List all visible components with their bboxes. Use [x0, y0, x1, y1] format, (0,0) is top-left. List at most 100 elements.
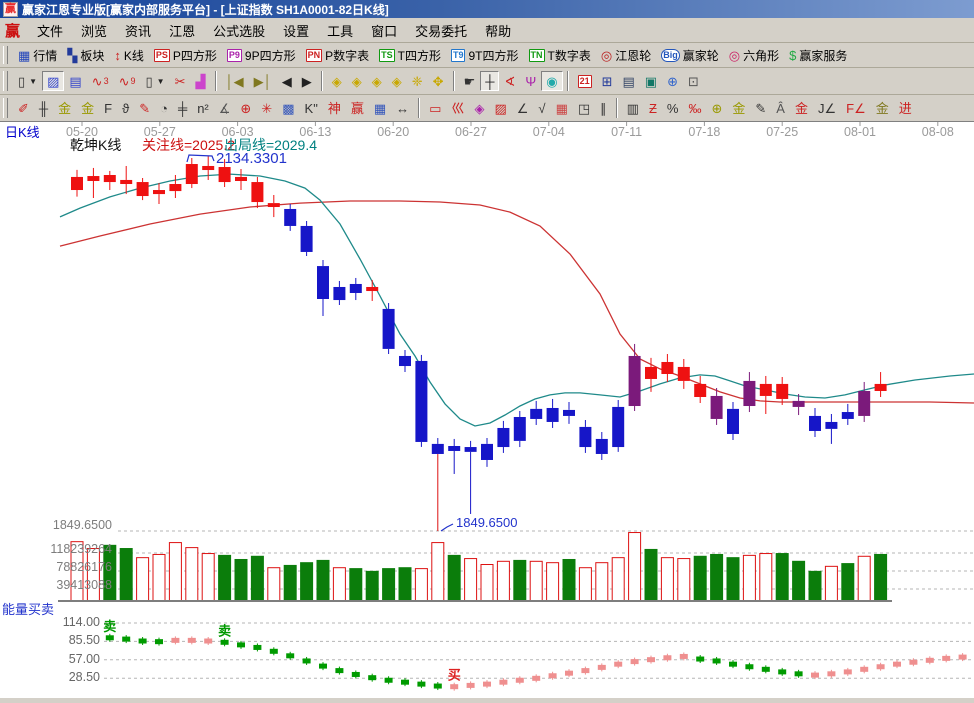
toolbar-button-kline[interactable]: ↕K线: [109, 45, 149, 65]
tool-f-angle[interactable]: F∠: [841, 98, 871, 118]
tool-shen-grid[interactable]: 神: [323, 98, 346, 118]
toolbar-button-winner-wheel[interactable]: Big赢家轮: [656, 45, 724, 65]
tool-zoom-left[interactable]: ◈: [327, 71, 347, 91]
tool-first-page[interactable]: │◀: [221, 71, 249, 91]
toolbar-button-9p-square[interactable]: P99P四方形: [222, 45, 301, 65]
toolbar-button-9t-square[interactable]: T99T四方形: [446, 45, 524, 65]
menu-item-window[interactable]: 窗口: [362, 19, 406, 42]
tool-notes[interactable]: ▤: [617, 71, 639, 91]
tool-percent-z[interactable]: Ƶ: [644, 98, 662, 118]
tool-hatch-square[interactable]: ▨: [489, 98, 511, 118]
tool-span-measure[interactable]: ↔: [391, 98, 414, 118]
toolbar-button-sectors[interactable]: ▚板块: [62, 45, 109, 65]
menu-item-news[interactable]: 资讯: [116, 19, 160, 42]
tool-candle-style[interactable]: ▯▼: [141, 71, 170, 91]
tool-gold-grid-2[interactable]: 金: [76, 98, 99, 118]
tool-polygon-tool[interactable]: ◈: [469, 98, 489, 118]
tool-draw-knife[interactable]: ✐: [13, 98, 34, 118]
tool-red-pen[interactable]: ✎: [134, 98, 155, 118]
toolbar-button-winner-service[interactable]: $赢家服务: [784, 45, 852, 65]
svg-text:08-01: 08-01: [844, 125, 876, 139]
tool-grid-123[interactable]: ▦: [369, 98, 391, 118]
tool-last-page[interactable]: ▶│: [249, 71, 277, 91]
tool-gold-angle[interactable]: 金: [871, 98, 894, 118]
tool-period-day[interactable]: ▯▼: [13, 71, 42, 91]
tool-ex-rights[interactable]: ✂: [170, 71, 191, 91]
p-square-icon: PS: [154, 49, 170, 62]
tool-zoom-horizontal[interactable]: ◈: [367, 71, 387, 91]
tool-pan-hand[interactable]: ☛: [459, 71, 481, 91]
tool-grid-tool[interactable]: ╫: [34, 98, 53, 118]
tool-percent[interactable]: %: [662, 98, 684, 118]
tool-color-histogram[interactable]: ▟: [191, 71, 211, 91]
toolbar-button-t-number-table[interactable]: TNT数字表: [524, 45, 596, 65]
toolbar-button-p-number-table[interactable]: PNP数字表: [301, 45, 375, 65]
tool-star-web[interactable]: ✳: [256, 98, 277, 118]
menu-item-browse[interactable]: 浏览: [72, 19, 116, 42]
tool-gann-compass[interactable]: ⊕: [235, 98, 256, 118]
tool-save[interactable]: ▣: [640, 71, 662, 91]
tool-parallel-lines[interactable]: ∥: [595, 98, 612, 118]
tool-calculator[interactable]: ⊞: [597, 71, 618, 91]
tool-zoom-vertical[interactable]: ◈: [387, 71, 407, 91]
menu-item-settings[interactable]: 设置: [274, 19, 318, 42]
kline-chart[interactable]: 05-2005-2706-0306-1306-2006-2707-0407-11…: [0, 122, 974, 698]
menu-item-gann[interactable]: 江恩: [160, 19, 204, 42]
tool-wave-a[interactable]: Â: [771, 98, 790, 118]
menu-item-help[interactable]: 帮助: [476, 19, 520, 42]
tool-j-angle[interactable]: J∠: [813, 98, 841, 118]
toolbar-grip[interactable]: [3, 46, 8, 65]
tool-smart-mode[interactable]: ◉: [541, 71, 562, 91]
tool-gold-grid-1[interactable]: 金: [53, 98, 76, 118]
tool-zoom-right[interactable]: ◈: [347, 71, 367, 91]
tool-n-square[interactable]: n²: [192, 98, 214, 118]
tool-calendar[interactable]: 21: [573, 71, 597, 91]
tool-crosshair[interactable]: ┼: [480, 71, 499, 91]
tool-fan-lines[interactable]: 巛: [446, 98, 469, 118]
tool-zoom-out[interactable]: ❈: [407, 71, 428, 91]
tool-k-marks[interactable]: K": [300, 98, 323, 118]
tool-next-bar[interactable]: ▶: [297, 71, 317, 91]
tool-f-grid[interactable]: F: [99, 98, 117, 118]
menu-item-file[interactable]: 文件: [28, 19, 72, 42]
toolbar-button-gann-wheel[interactable]: ◎江恩轮: [596, 45, 656, 65]
tool-web-grid[interactable]: ▩: [277, 98, 299, 118]
tool-angle-lines[interactable]: ∠: [512, 98, 534, 118]
tool-web-share[interactable]: ⊕: [662, 71, 683, 91]
menu-item-tools[interactable]: 工具: [318, 19, 362, 42]
tool-percent-lines[interactable]: ‰: [683, 98, 706, 118]
tool-time-cycle[interactable]: ◔: [155, 98, 173, 118]
tool-remote-pc[interactable]: ⊡: [683, 71, 704, 91]
tool-zoom-all[interactable]: ✥: [428, 71, 449, 91]
tool-spiral-tool[interactable]: ϑ: [117, 98, 134, 118]
tool-overlay-9[interactable]: ∿9: [114, 71, 141, 91]
toolbar-grip[interactable]: [3, 71, 8, 91]
9t-square-icon: T9: [451, 49, 466, 62]
tool-jin-angle[interactable]: 进: [894, 98, 917, 118]
tool-info-panel[interactable]: ▤: [64, 71, 86, 91]
toolbar-button-quotes[interactable]: ▦行情: [13, 45, 62, 65]
menu-item-trade-entrust[interactable]: 交易委托: [406, 19, 476, 42]
tool-chart-mode[interactable]: ▨: [42, 71, 64, 91]
tool-rect-tool[interactable]: ▭: [424, 98, 446, 118]
tool-check-tool[interactable]: √: [533, 98, 550, 118]
toolbar-button-hexagon[interactable]: ◎六角形: [724, 45, 784, 65]
toolbar-button-p-square[interactable]: PSP四方形: [149, 45, 222, 65]
tool-bars-ruler[interactable]: ▥: [622, 98, 644, 118]
tool-gold-lines[interactable]: 金: [727, 98, 750, 118]
tool-grid-red[interactable]: ▦: [551, 98, 573, 118]
toolbar-grip[interactable]: [3, 98, 8, 118]
tool-overlay-3[interactable]: ∿3: [87, 71, 114, 91]
tool-gann-tool[interactable]: Ψ: [520, 71, 541, 91]
tool-angle-measure[interactable]: ∢: [499, 71, 520, 91]
tool-gold-red-lines[interactable]: 金: [790, 98, 813, 118]
tool-angle-a[interactable]: ∡: [214, 98, 236, 118]
toolbar-button-t-square[interactable]: TST四方形: [374, 45, 446, 65]
tool-prev-bar[interactable]: ◀: [277, 71, 297, 91]
menu-item-formula-stock-pick[interactable]: 公式选股: [204, 19, 274, 42]
tool-gold-circle[interactable]: ⊕: [706, 98, 727, 118]
tool-grid-arrow[interactable]: ◳: [573, 98, 595, 118]
tool-grid-tool-2[interactable]: ╪: [173, 98, 192, 118]
tool-brush-pen[interactable]: ✎: [750, 98, 771, 118]
tool-win-grid[interactable]: 赢: [346, 98, 369, 118]
